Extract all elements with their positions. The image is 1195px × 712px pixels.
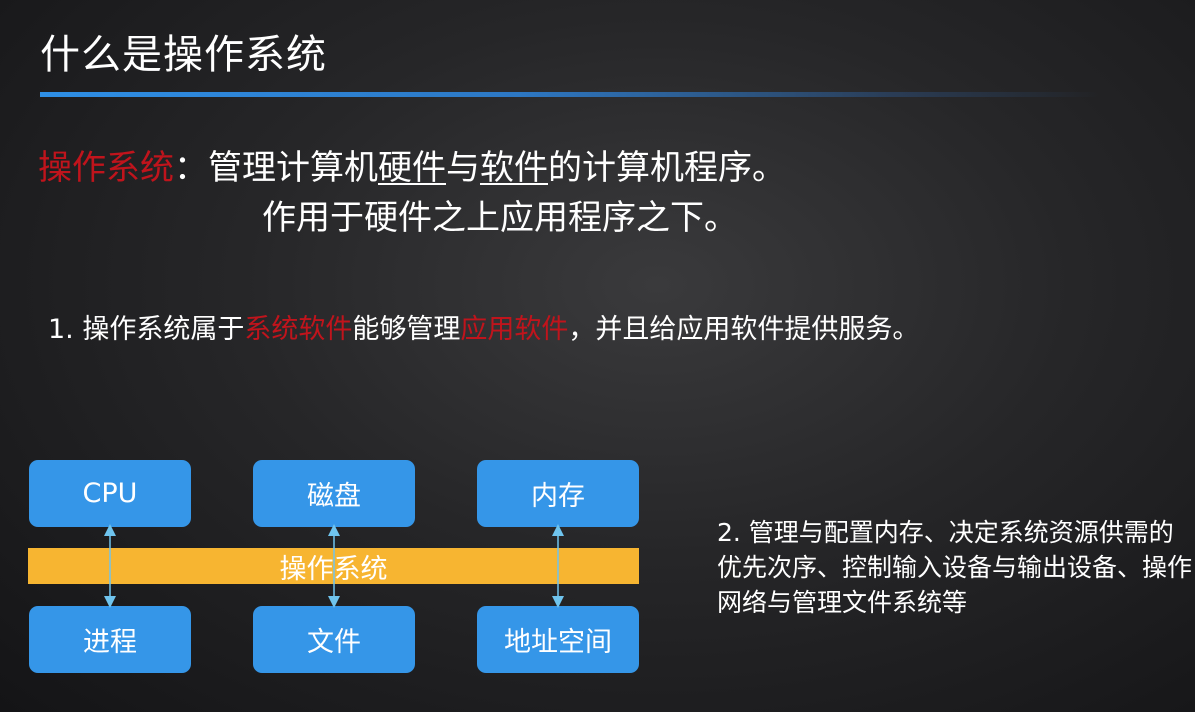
point-2: 2. 管理与配置内存、决定系统资源供需的优先次序、控制输入设备与输出设备、操作网… [717, 518, 1193, 617]
